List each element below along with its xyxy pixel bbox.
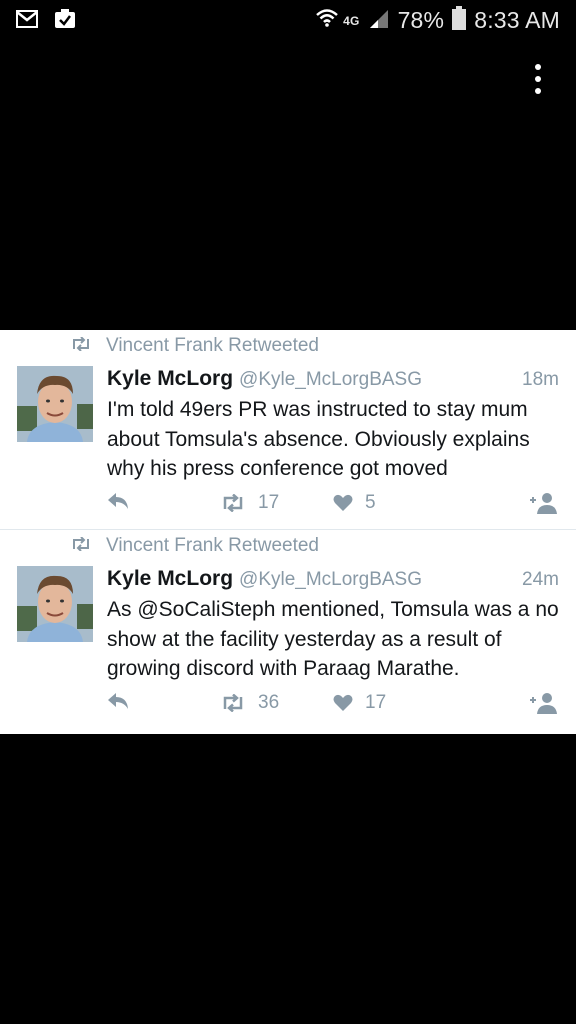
retweet-button[interactable]: 36 — [220, 692, 279, 714]
retweeted-by-label: Vincent Frank Retweeted — [106, 535, 319, 556]
reply-icon — [107, 692, 129, 710]
retweet-button[interactable]: 17 — [220, 492, 279, 514]
avatar[interactable] — [17, 366, 93, 442]
reply-button[interactable] — [107, 492, 129, 510]
more-dot-icon — [535, 76, 541, 82]
tweet-header: Kyle McLorg @Kyle_McLorgBASG 18m — [107, 367, 559, 391]
tweet-header: Kyle McLorg @Kyle_McLorgBASG 24m — [107, 567, 559, 591]
signal-icon — [368, 7, 390, 34]
retweet-small-icon — [70, 535, 92, 557]
tweet-text: I'm told 49ers PR was instructed to stay… — [107, 398, 530, 480]
tweet-item[interactable]: Vincent Frank Retweeted Kyle McLorg @Kyl… — [0, 330, 576, 530]
more-dot-icon — [535, 64, 541, 70]
wifi-icon — [315, 8, 339, 33]
follow-button[interactable] — [529, 692, 559, 714]
avatar[interactable] — [17, 566, 93, 642]
overflow-menu-button[interactable] — [526, 64, 550, 94]
tweet-actions: 36 17 — [107, 692, 559, 716]
battery-icon — [452, 6, 467, 35]
retweet-count: 36 — [258, 692, 280, 713]
tweet-timestamp: 18m — [522, 369, 559, 390]
author-handle[interactable]: @Kyle_McLorgBASG — [239, 369, 422, 391]
retweet-count: 17 — [258, 492, 280, 513]
like-count: 17 — [365, 692, 387, 713]
retweet-context: Vincent Frank Retweeted — [70, 335, 319, 357]
like-button[interactable]: 5 — [333, 492, 376, 514]
reply-button[interactable] — [107, 692, 129, 710]
network-type-label: 4G — [343, 13, 360, 28]
status-bar: 4G 78% 8:33 AM — [0, 0, 576, 40]
retweet-small-icon — [70, 335, 92, 357]
tweet-item[interactable]: Vincent Frank Retweeted Kyle McLorg @Kyl… — [0, 530, 576, 734]
add-user-icon — [529, 492, 559, 514]
retweet-context: Vincent Frank Retweeted — [70, 535, 319, 557]
like-count: 5 — [365, 492, 376, 513]
author-name[interactable]: Kyle McLorg — [107, 367, 233, 391]
reply-icon — [107, 492, 129, 510]
clipboard-check-icon — [54, 8, 76, 30]
heart-icon — [333, 494, 353, 512]
author-handle[interactable]: @Kyle_McLorgBASG — [239, 569, 422, 591]
heart-icon — [333, 694, 353, 712]
tweet-actions: 17 5 — [107, 492, 559, 516]
like-button[interactable]: 17 — [333, 692, 386, 714]
more-dot-icon — [535, 88, 541, 94]
tweet-timestamp: 24m — [522, 569, 559, 590]
retweet-icon — [220, 494, 246, 512]
follow-button[interactable] — [529, 492, 559, 514]
tweet-list: Vincent Frank Retweeted Kyle McLorg @Kyl… — [0, 330, 576, 734]
gmail-notification-icon — [16, 8, 38, 30]
add-user-icon — [529, 692, 559, 714]
tweet-text: As @SoCaliSteph mentioned, Tomsula was a… — [107, 598, 559, 680]
clock: 8:33 AM — [474, 7, 560, 33]
retweeted-by-label: Vincent Frank Retweeted — [106, 335, 319, 356]
retweet-icon — [220, 694, 246, 712]
battery-percent: 78% — [397, 7, 445, 33]
author-name[interactable]: Kyle McLorg — [107, 567, 233, 591]
